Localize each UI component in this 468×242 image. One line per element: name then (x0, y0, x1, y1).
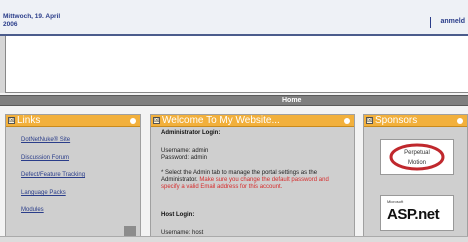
collapse-toggle-icon[interactable]: ☒ (366, 117, 373, 124)
admin-username: Username: admin (161, 148, 209, 154)
link-item[interactable]: Language Packs (21, 190, 66, 196)
sponsors-pane-header: ☒ Sponsors (364, 115, 467, 127)
link-item[interactable]: DotNetNuke® Site (21, 137, 70, 143)
main-menu-bar: Home (0, 95, 468, 106)
link-item[interactable]: Discussion Forum (21, 155, 69, 161)
horizontal-scrollbar[interactable] (0, 236, 468, 242)
asp-net-logo: ASP.net (387, 206, 440, 223)
links-pane: ☒ Links DotNetNuke® Site Discussion Foru… (5, 114, 141, 242)
svg-text:Motion: Motion (408, 160, 426, 166)
current-date: Mittwoch, 19. April 2006 (3, 13, 61, 28)
admin-password: Password: admin (161, 155, 208, 161)
header-divider (430, 17, 431, 28)
minimize-icon[interactable] (457, 118, 463, 124)
svg-text:Perpetual: Perpetual (404, 150, 430, 156)
welcome-pane-title: Welcome To My Website... (162, 115, 280, 126)
links-pane-header: ☒ Links (6, 115, 140, 127)
sponsors-pane-title: Sponsors (375, 115, 418, 126)
welcome-pane: ☒ Welcome To My Website... Administrator… (150, 114, 355, 242)
top-bar: Mittwoch, 19. April 2006 anmeld (0, 0, 468, 36)
menu-item-home[interactable]: Home (282, 97, 301, 104)
microsoft-caption: Microsoft (387, 199, 404, 204)
sponsor-perpetual-motion[interactable]: Perpetual Motion (380, 139, 454, 175)
welcome-pane-header: ☒ Welcome To My Website... (151, 115, 354, 127)
link-item[interactable]: Modules (21, 207, 44, 213)
admin-instructions: * Select the Admin tab to manage the por… (161, 170, 329, 190)
links-pane-title: Links (17, 115, 41, 126)
link-item[interactable]: Defect/Feature Tracking (21, 172, 85, 178)
collapse-toggle-icon[interactable]: ☒ (8, 117, 15, 124)
user-login-link[interactable]: anmeld (440, 18, 465, 25)
minimize-icon[interactable] (344, 118, 350, 124)
admin-login-heading: Administrator Login: (161, 130, 221, 136)
sponsors-pane: ☒ Sponsors Perpetual Motion Microsoft AS… (363, 114, 468, 242)
minimize-icon[interactable] (130, 118, 136, 124)
sponsor-asp-net[interactable]: Microsoft ASP.net (380, 195, 454, 231)
collapse-toggle-icon[interactable]: ☒ (153, 117, 160, 124)
perpetual-motion-logo: Perpetual Motion (389, 143, 445, 171)
scroll-handle[interactable] (124, 226, 136, 236)
host-login-heading: Host Login: (161, 212, 195, 218)
banner-area (5, 36, 468, 93)
